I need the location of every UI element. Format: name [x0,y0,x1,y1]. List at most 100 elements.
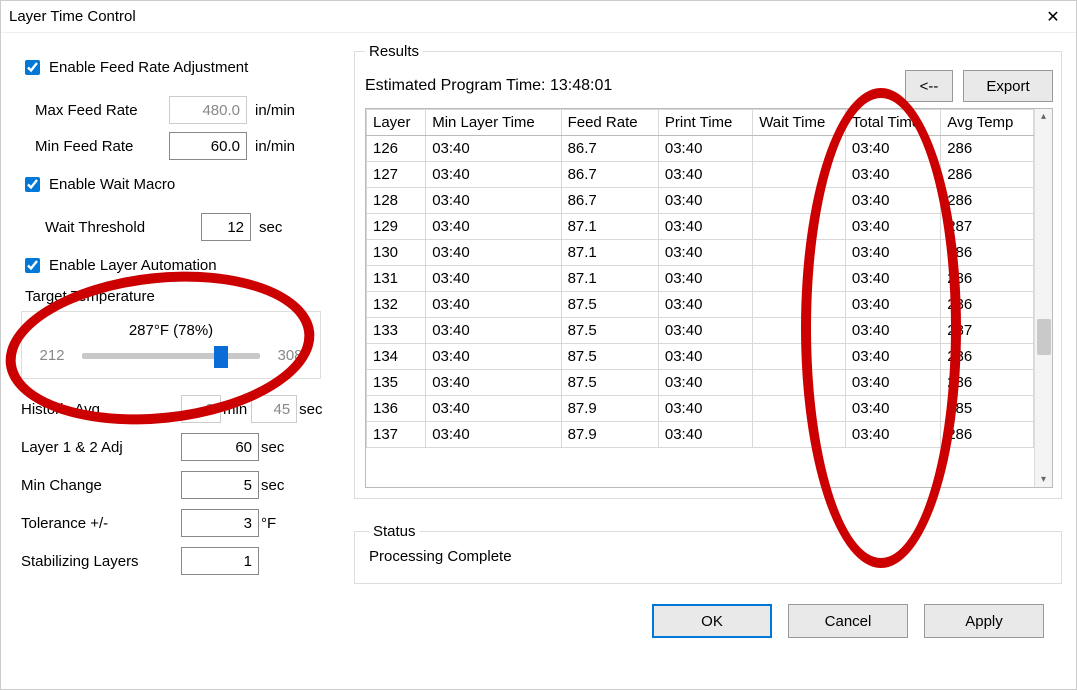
estimated-value: 13:48:01 [550,77,612,94]
table-cell: 03:40 [845,266,940,292]
table-cell [753,136,846,162]
table-cell: 129 [367,214,426,240]
table-cell: 127 [367,162,426,188]
target-temperature-value: 287°F (78%) [32,322,310,339]
table-row[interactable]: 13303:4087.503:4003:40287 [367,318,1034,344]
table-cell: 03:40 [658,136,752,162]
content-area: Enable Feed Rate Adjustment Max Feed Rat… [1,33,1076,689]
estimated-program-time: Estimated Program Time: 13:48:01 [365,77,612,95]
table-cell: 03:40 [845,240,940,266]
titlebar: Layer Time Control ✕ [1,1,1076,33]
apply-button[interactable]: Apply [924,604,1044,638]
settings-panel: Enable Feed Rate Adjustment Max Feed Rat… [1,33,346,689]
enable-wait-macro-checkbox[interactable]: Enable Wait Macro [21,174,175,195]
table-row[interactable]: 13103:4087.103:4003:40286 [367,266,1034,292]
wait-threshold-row: Wait Threshold sec [45,213,336,241]
table-cell: 87.9 [561,396,658,422]
table-cell: 03:40 [426,292,561,318]
table-row[interactable]: 13403:4087.503:4003:40286 [367,344,1034,370]
min-feed-rate-input[interactable] [169,132,247,160]
scroll-down-arrow-icon[interactable]: ▾ [1035,474,1052,485]
column-header[interactable]: Avg Temp [941,110,1034,136]
table-cell: 03:40 [658,370,752,396]
status-text: Processing Complete [369,548,1051,565]
table-cell: 03:40 [658,344,752,370]
layer12-unit: sec [261,439,284,456]
min-change-unit: sec [261,477,284,494]
enable-layer-automation-input[interactable] [25,258,40,273]
table-cell: 03:40 [845,344,940,370]
table-row[interactable]: 12903:4087.103:4003:40287 [367,214,1034,240]
table-row[interactable]: 13203:4087.503:4003:40286 [367,292,1034,318]
table-row[interactable]: 12603:4086.703:4003:40286 [367,136,1034,162]
column-header[interactable]: Feed Rate [561,110,658,136]
slider-thumb[interactable] [214,346,228,368]
layer12-input[interactable] [181,433,259,461]
close-button[interactable]: ✕ [1030,1,1076,33]
table-cell: 286 [941,188,1034,214]
enable-feed-rate-input[interactable] [25,60,40,75]
table-cell: 131 [367,266,426,292]
table-row[interactable]: 13603:4087.903:4003:40285 [367,396,1034,422]
wait-threshold-input[interactable] [201,213,251,241]
enable-layer-automation-checkbox[interactable]: Enable Layer Automation [21,255,217,276]
table-cell: 03:40 [426,162,561,188]
table-cell: 03:40 [426,370,561,396]
target-temperature-label: Target Temperature [25,288,336,305]
stabilizing-input[interactable] [181,547,259,575]
table-cell: 286 [941,422,1034,448]
column-header[interactable]: Total Time [845,110,940,136]
wait-threshold-unit: sec [259,219,282,236]
min-change-label: Min Change [21,477,181,494]
table-cell: 03:40 [426,136,561,162]
column-header[interactable]: Layer [367,110,426,136]
tolerance-input[interactable] [181,509,259,537]
enable-feed-rate-checkbox[interactable]: Enable Feed Rate Adjustment [21,57,248,78]
table-cell: 137 [367,422,426,448]
wait-threshold-label: Wait Threshold [45,219,195,236]
target-temperature-slider[interactable] [82,353,260,359]
column-header[interactable]: Print Time [658,110,752,136]
scrollbar-thumb[interactable] [1037,319,1051,355]
slider-min-label: 212 [32,347,72,364]
table-row[interactable]: 13703:4087.903:4003:40286 [367,422,1034,448]
column-header[interactable]: Min Layer Time [426,110,561,136]
results-table-scroll[interactable]: LayerMin Layer TimeFeed RatePrint TimeWa… [366,109,1034,487]
results-scrollbar[interactable]: ▴ ▾ [1034,109,1052,487]
cancel-button[interactable]: Cancel [788,604,908,638]
table-cell: 135 [367,370,426,396]
table-cell: 03:40 [845,188,940,214]
export-button[interactable]: Export [963,70,1053,102]
nav-back-button[interactable]: <-- [905,70,953,102]
table-cell: 87.5 [561,292,658,318]
tolerance-unit: °F [261,515,276,532]
max-feed-rate-input [169,96,247,124]
min-change-input[interactable] [181,471,259,499]
table-cell: 286 [941,240,1034,266]
status-legend: Status [369,523,420,540]
table-cell: 87.1 [561,240,658,266]
table-cell: 128 [367,188,426,214]
ok-button[interactable]: OK [652,604,772,638]
table-cell: 286 [941,136,1034,162]
table-cell: 87.1 [561,214,658,240]
table-cell: 87.5 [561,318,658,344]
max-feed-rate-row: Max Feed Rate in/min [35,96,336,124]
column-header[interactable]: Wait Time [753,110,846,136]
estimated-label: Estimated Program Time: [365,77,550,94]
table-row[interactable]: 12803:4086.703:4003:40286 [367,188,1034,214]
table-cell: 134 [367,344,426,370]
table-row[interactable]: 13503:4087.503:4003:40286 [367,370,1034,396]
slider-max-label: 308 [270,347,310,364]
scroll-up-arrow-icon[interactable]: ▴ [1035,111,1052,122]
stabilizing-label: Stabilizing Layers [21,553,181,570]
min-feed-rate-unit: in/min [255,138,295,155]
enable-wait-macro-input[interactable] [25,177,40,192]
table-cell: 03:40 [426,396,561,422]
historic-avg-label: Historic Avg [21,401,181,418]
table-row[interactable]: 12703:4086.703:4003:40286 [367,162,1034,188]
table-cell: 03:40 [426,318,561,344]
table-cell: 87.1 [561,266,658,292]
min-change-row: Min Change sec [21,471,336,499]
table-row[interactable]: 13003:4087.103:4003:40286 [367,240,1034,266]
